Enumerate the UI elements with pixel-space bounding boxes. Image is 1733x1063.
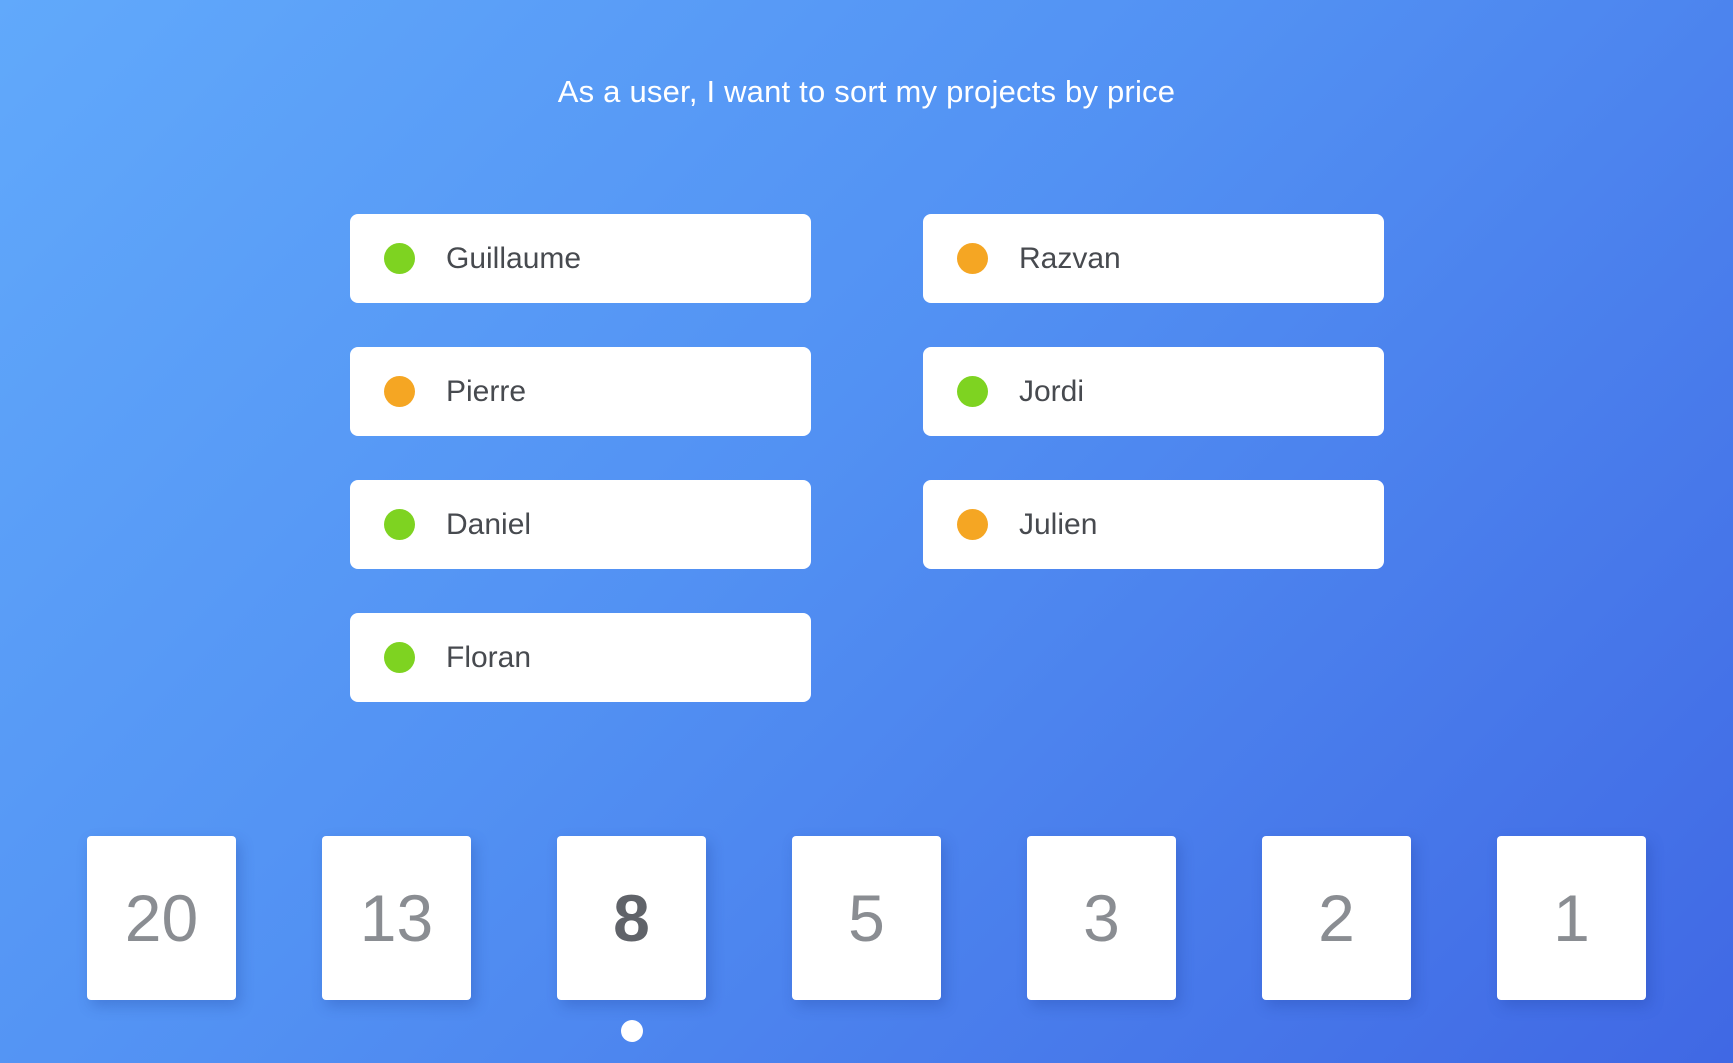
- participant-card: Julien: [923, 480, 1384, 569]
- participant-name: Guillaume: [446, 241, 582, 275]
- vote-status-dot: [384, 376, 415, 407]
- estimate-card-20[interactable]: 20: [87, 836, 236, 1000]
- vote-status-dot: [957, 243, 988, 274]
- participant-card: Pierre: [350, 347, 811, 436]
- vote-status-dot: [957, 376, 988, 407]
- selected-card-indicator: [621, 1020, 643, 1042]
- estimate-card-3[interactable]: 3: [1027, 836, 1176, 1000]
- vote-status-dot: [384, 243, 415, 274]
- participant-list: Guillaume Razvan Pierre Jordi Daniel Jul…: [350, 214, 1384, 702]
- estimate-card-1[interactable]: 1: [1497, 836, 1646, 1000]
- estimate-card-13[interactable]: 13: [322, 836, 471, 1000]
- participant-name: Floran: [446, 640, 532, 674]
- vote-status-dot: [957, 509, 988, 540]
- estimate-card-deck: 20 13 8 5 3 2 1: [87, 836, 1646, 1000]
- story-title: As a user, I want to sort my projects by…: [557, 74, 1176, 109]
- participant-name: Razvan: [1019, 241, 1121, 275]
- participant-card: Daniel: [350, 480, 811, 569]
- vote-status-dot: [384, 509, 415, 540]
- participant-name: Jordi: [1019, 374, 1085, 408]
- participant-card: Guillaume: [350, 214, 811, 303]
- vote-status-dot: [384, 642, 415, 673]
- estimate-card-8[interactable]: 8: [557, 836, 706, 1000]
- participant-name: Daniel: [446, 507, 532, 541]
- participant-card: Floran: [350, 613, 811, 702]
- estimate-card-5[interactable]: 5: [792, 836, 941, 1000]
- participant-card: Razvan: [923, 214, 1384, 303]
- participant-name: Julien: [1019, 507, 1098, 541]
- participant-card: Jordi: [923, 347, 1384, 436]
- participant-name: Pierre: [446, 374, 527, 408]
- estimate-card-2[interactable]: 2: [1262, 836, 1411, 1000]
